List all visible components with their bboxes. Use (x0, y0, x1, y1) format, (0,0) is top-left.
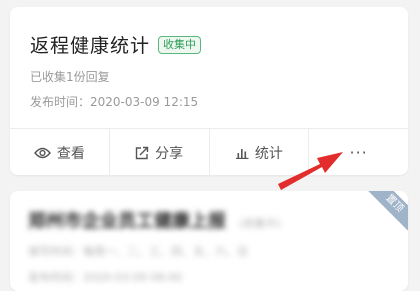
share-button[interactable]: 分享 (110, 129, 210, 175)
form-title-row: 返程健康统计 收集中 (30, 31, 202, 58)
form-card[interactable]: 返程健康统计 收集中 已收集1份回复 发布时间：2020-03-09 12:15… (10, 7, 408, 175)
pinned-form-schedule: 填写时间：每周一、二、三、四、五、六、日 (28, 245, 248, 258)
pinned-form-status: (收集中) (239, 217, 281, 230)
action-bar: 查看 分享 统计 ··· (10, 128, 408, 175)
more-button[interactable]: ··· (309, 129, 408, 175)
eye-icon (33, 147, 51, 159)
form-title: 返程健康统计 (30, 35, 151, 57)
pinned-form-title: 郑州市企业员工健康上报 (28, 211, 226, 232)
view-button[interactable]: 查看 (10, 129, 110, 175)
more-icon: ··· (349, 143, 368, 162)
response-count: 已收集1份回复 (30, 70, 110, 84)
bar-chart-icon (235, 146, 249, 159)
pinned-ribbon: 置顶 (360, 191, 408, 239)
view-label: 查看 (56, 145, 85, 162)
pinned-form-publish-time: 发布时间：2020-03-09 08:00 (28, 271, 183, 284)
stats-label: 统计 (254, 145, 283, 162)
share-icon (135, 146, 149, 160)
publish-time: 发布时间：2020-03-09 12:15 (30, 95, 199, 109)
pinned-ribbon-label: 置顶 (363, 191, 408, 235)
blurred-content: 郑州市企业员工健康上报 (收集中) 填写时间：每周一、二、三、四、五、六、日 发… (28, 207, 281, 285)
share-label: 分享 (155, 145, 184, 162)
stats-button[interactable]: 统计 (210, 129, 310, 175)
status-badge: 收集中 (158, 35, 202, 54)
form-card-pinned[interactable]: 郑州市企业员工健康上报 (收集中) 填写时间：每周一、二、三、四、五、六、日 发… (10, 191, 408, 291)
